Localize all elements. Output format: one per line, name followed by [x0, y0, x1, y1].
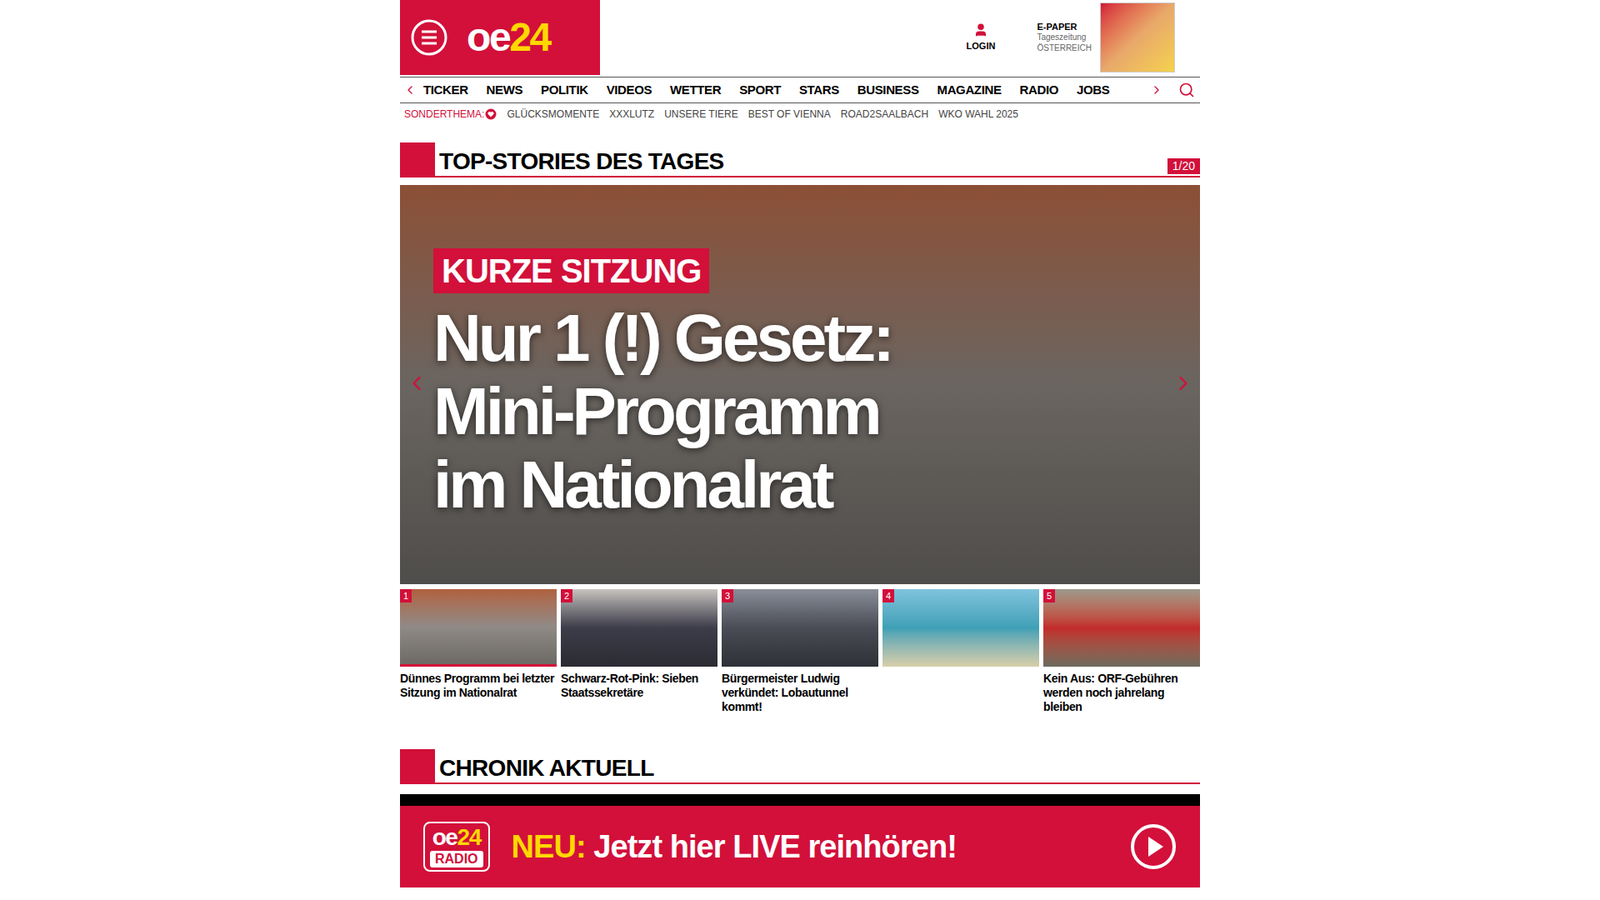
story-thumbnail[interactable]: 2 Schwarz-Rot-Pink: Sieben Staatssekretär… [560, 589, 718, 725]
story-number: 5 [1043, 589, 1055, 603]
content-column: oe24 LOGIN E-PAPERTageszeitungÖSTERREICH TI… [400, 0, 1200, 888]
logo-box[interactable]: oe24 [400, 0, 600, 75]
play-icon[interactable] [1130, 823, 1177, 870]
sub-nav-item[interactable]: WKO WAHL 2025 [938, 106, 1019, 122]
sub-nav-item[interactable]: XXXLUTZ [609, 106, 655, 122]
nav-item[interactable]: SPORT [739, 80, 781, 100]
sub-nav-item[interactable]: UNSERE TIERE [664, 106, 738, 122]
hero-prev-icon[interactable] [405, 368, 429, 399]
story-number: 1 [400, 589, 412, 603]
heart-badge-icon [485, 108, 497, 120]
story-caption[interactable]: Kein Aus: ORF-Gebühren werden noch jahre… [1043, 671, 1200, 714]
hero-story[interactable]: KURZE SITZUNG Nur 1 (!) Gesetz:Mini-Progr… [400, 185, 1200, 585]
radio-banner[interactable]: oe24RADIO NEU: Jetzt hier LIVE reinhören! [400, 794, 1200, 888]
nav-prev-icon[interactable] [403, 83, 417, 97]
menu-icon[interactable] [410, 18, 449, 57]
hero-tag: KURZE SITZUNG [433, 248, 710, 294]
hero-headline: Nur 1 (!) Gesetz:Mini-Programmim Nationa… [433, 301, 892, 522]
epaper-cover[interactable] [1100, 2, 1175, 73]
site-logo[interactable]: oe24 [466, 17, 550, 58]
nav-item[interactable]: POLITIK [540, 80, 589, 100]
nav-item[interactable]: VIDEOS [606, 80, 652, 100]
nav-item[interactable]: TICKER [423, 80, 469, 100]
page: oe24 LOGIN E-PAPERTageszeitungÖSTERREICH TI… [0, 0, 1600, 900]
main-nav: TICKER NEWS POLITIK VIDEOS WETTER SPORT STARS B… [400, 76, 1200, 104]
epaper-link[interactable]: E-PAPERTageszeitungÖSTERREICH [1036, 2, 1175, 73]
section-title: CHRONIK AKTUELL [435, 756, 1200, 783]
sub-nav: SONDERTHEMA: GLÜCKSMOMENTE XXXLUTZ UNSERE T… [400, 103, 1200, 125]
sonderthema-label: SONDERTHEMA: [404, 106, 485, 122]
sub-nav-item[interactable]: BEST OF VIENNA [748, 106, 831, 122]
story-thumbnail[interactable]: 5 Kein Aus: ORF-Gebühren werden noch jahr… [1043, 589, 1200, 725]
section-marker [400, 749, 435, 785]
user-icon [973, 22, 989, 38]
nav-item[interactable]: STARS [799, 80, 840, 100]
nav-next-icon[interactable] [1150, 83, 1164, 97]
story-counter: 1/20 [1167, 158, 1200, 175]
hero-next-icon[interactable] [1171, 368, 1195, 399]
story-caption[interactable]: Schwarz-Rot-Pink: Sieben Staatssekretäre [560, 671, 718, 700]
nav-item[interactable]: WETTER [670, 80, 721, 100]
nav-item[interactable]: JOBS [1076, 80, 1110, 100]
section-marker [400, 142, 435, 178]
story-number: 3 [721, 589, 734, 603]
story-thumbnail[interactable]: 4 [882, 589, 1040, 725]
story-caption[interactable]: Bürgermeister Ludwig verkündet: Lobautun… [721, 671, 879, 714]
nav-item[interactable]: BUSINESS [857, 80, 920, 100]
sub-nav-item[interactable]: GLÜCKSMOMENTE [506, 106, 600, 122]
sub-nav-item[interactable]: ROAD2SAALBACH [840, 106, 929, 122]
story-thumbnail[interactable]: 3 Bürgermeister Ludwig verkündet: Lobautu… [721, 589, 879, 725]
story-caption[interactable]: Dünnes Programm bei letzter Sitzung im N… [400, 671, 557, 700]
nav-item[interactable]: NEWS [486, 80, 524, 100]
story-number: 4 [882, 589, 895, 603]
chronik-header: CHRONIK AKTUELL [400, 748, 1200, 785]
radio-text: NEU: Jetzt hier LIVE reinhören! [511, 823, 1109, 871]
search-icon[interactable] [1178, 81, 1195, 99]
site-header: oe24 LOGIN E-PAPERTageszeitungÖSTERREICH [400, 0, 1200, 75]
section-title: TOP-STORIES DES TAGES [435, 150, 1168, 176]
login-button[interactable]: LOGIN [966, 22, 996, 54]
radio-logo: oe24RADIO [423, 821, 490, 872]
nav-item[interactable]: RADIO [1020, 80, 1059, 100]
story-number: 2 [560, 589, 573, 603]
nav-item[interactable]: MAGAZINE [937, 80, 1002, 100]
story-thumbnails: 1 Dünnes Programm bei letzter Sitzung im … [400, 589, 1200, 725]
story-thumbnail[interactable]: 1 Dünnes Programm bei letzter Sitzung im … [400, 589, 557, 725]
top-stories-header: TOP-STORIES DES TAGES1/20 [400, 141, 1200, 178]
